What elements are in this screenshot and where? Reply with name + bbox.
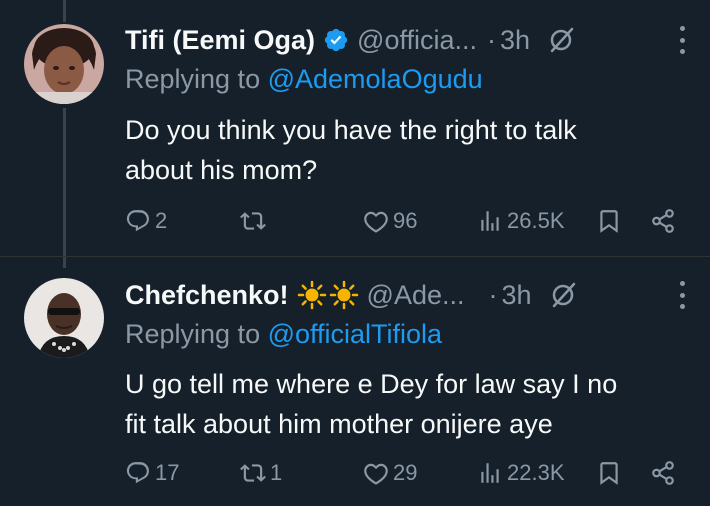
replying-to: Replying to @officialTifiola: [125, 319, 442, 350]
heart-icon: [364, 463, 388, 485]
views-icon: [481, 211, 499, 231]
replying-to: Replying to @AdemolaOgudu: [125, 64, 483, 95]
timestamp[interactable]: 3h: [502, 280, 532, 311]
like-count: 96: [393, 208, 418, 233]
tweet[interactable]: Chefchenko! @Ade... · 3h Replying to @of…: [0, 256, 710, 506]
tweet-header: Chefchenko! @Ade... · 3h: [125, 277, 710, 313]
heart-icon: [364, 211, 388, 233]
tweet-text-line: fit talk about him mother onijere aye: [125, 409, 553, 439]
more-options-icon[interactable]: [678, 281, 686, 309]
action-bar: 2 96 26.5K: [125, 205, 686, 237]
views-count: 22.3K: [507, 460, 565, 485]
replying-label: Replying to: [125, 64, 268, 94]
retweet-count: 1: [270, 460, 283, 485]
tweet-text-line: Do you think you have the right to talk: [125, 115, 577, 145]
like-button[interactable]: 29: [363, 457, 417, 489]
reply-count: 17: [155, 460, 180, 485]
views-button[interactable]: 22.3K: [477, 457, 565, 489]
retweet-button[interactable]: 1: [240, 457, 282, 489]
reply-count: 2: [155, 208, 168, 233]
reply-button[interactable]: 17: [125, 457, 179, 489]
bookmark-icon: [600, 210, 618, 233]
bookmark-icon: [600, 462, 618, 485]
tweet-text-line: U go tell me where e Dey for law say I n…: [125, 369, 618, 399]
bookmark-button[interactable]: [596, 457, 622, 489]
tweet-text: Do you think you have the right to talk …: [125, 110, 685, 190]
sun-emoji-icon: [297, 280, 359, 310]
reply-button[interactable]: 2: [125, 205, 167, 237]
grok-icon[interactable]: [546, 25, 576, 55]
author-handle[interactable]: @officia...: [357, 25, 477, 56]
views-button[interactable]: 26.5K: [477, 205, 565, 237]
mention-link[interactable]: @officialTifiola: [268, 319, 442, 349]
tweet-text-line: about his mom?: [125, 155, 318, 185]
share-button[interactable]: [650, 205, 676, 237]
mention-link[interactable]: @AdemolaOgudu: [268, 64, 483, 94]
separator-dot: ·: [488, 279, 498, 310]
avatar[interactable]: [24, 278, 104, 358]
views-icon: [481, 463, 499, 483]
share-icon: [652, 209, 674, 233]
more-options-icon[interactable]: [678, 26, 686, 54]
tweet[interactable]: Tifi (Eemi Oga) @officia... · 3h Replyin…: [0, 0, 710, 268]
retweet-icon: [240, 212, 266, 230]
share-icon: [652, 461, 674, 485]
views-count: 26.5K: [507, 208, 565, 233]
author-name[interactable]: Tifi (Eemi Oga): [125, 25, 315, 56]
tweet-header: Tifi (Eemi Oga) @officia... · 3h: [125, 22, 710, 58]
like-button[interactable]: 96: [363, 205, 417, 237]
thread-line: [63, 108, 66, 268]
avatar[interactable]: [24, 24, 104, 104]
retweet-icon: [240, 464, 266, 482]
separator-dot: ·: [487, 24, 496, 55]
replying-label: Replying to: [125, 319, 268, 349]
author-handle[interactable]: @Ade...: [367, 280, 465, 311]
like-count: 29: [393, 460, 418, 485]
bookmark-button[interactable]: [596, 205, 622, 237]
author-name[interactable]: Chefchenko!: [125, 280, 289, 311]
grok-icon[interactable]: [548, 280, 578, 310]
action-bar: 17 1 29 22.3K: [125, 457, 686, 489]
timestamp[interactable]: 3h: [500, 25, 530, 56]
retweet-button[interactable]: [240, 205, 270, 237]
share-button[interactable]: [650, 457, 676, 489]
reply-icon: [126, 462, 149, 484]
reply-icon: [126, 210, 149, 232]
verified-badge-icon: [323, 27, 349, 53]
tweet-text: U go tell me where e Dey for law say I n…: [125, 364, 685, 444]
